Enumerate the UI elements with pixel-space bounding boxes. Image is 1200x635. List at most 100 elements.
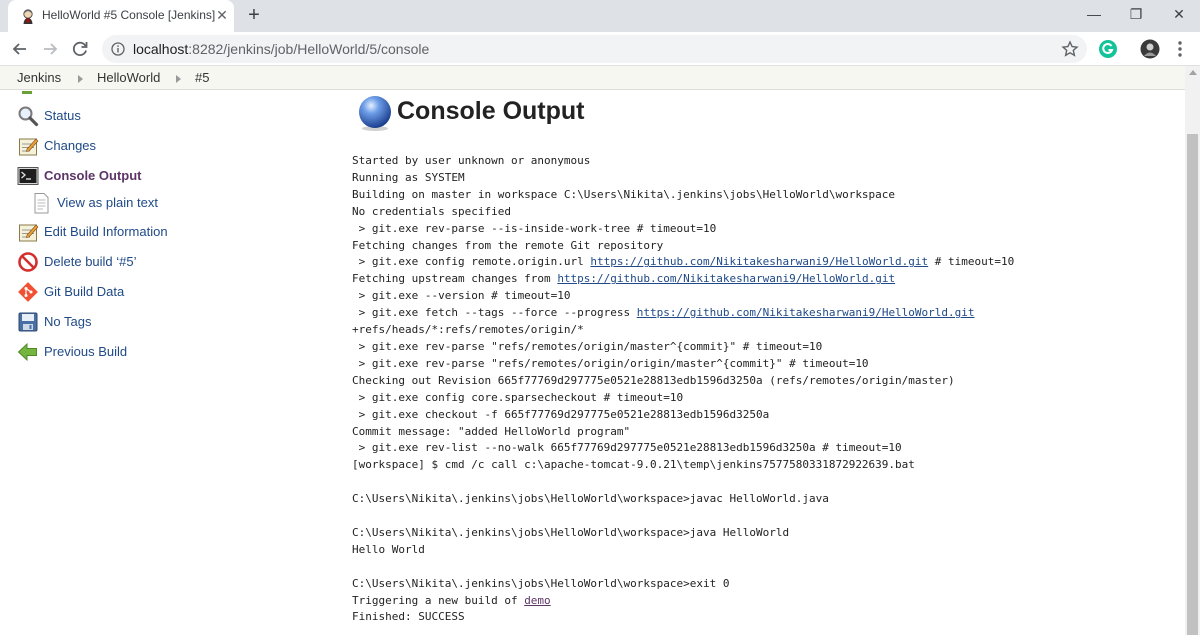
page-scrollbar[interactable] [1185, 66, 1200, 635]
grammarly-icon[interactable] [1098, 39, 1118, 59]
scroll-up-arrow-icon[interactable] [1189, 70, 1197, 75]
tab-title: HelloWorld #5 Console [Jenkins] [42, 8, 216, 22]
profile-avatar-icon[interactable] [1140, 39, 1160, 59]
console-text: > git.exe rev-list --no-walk 665f77769d2… [352, 441, 902, 455]
no-entry-icon [18, 252, 38, 272]
console-line: Fetching changes from the remote Git rep… [352, 238, 1014, 255]
console-line: Checking out Revision 665f77769d297775e0… [352, 373, 1014, 390]
info-icon[interactable] [111, 42, 125, 56]
task-label[interactable]: Changes [44, 138, 96, 153]
reload-icon[interactable] [69, 38, 91, 60]
task-label[interactable]: No Tags [44, 314, 91, 329]
console-link[interactable]: https://github.com/Nikitakesharwani9/Hel… [590, 255, 928, 268]
forward-arrow-icon[interactable] [39, 38, 61, 60]
console-line: > git.exe rev-parse "refs/remotes/origin… [352, 356, 1014, 373]
arrow-left-icon [17, 342, 37, 362]
console-text: Building on master in workspace C:\Users… [352, 187, 896, 201]
console-line: Triggering a new build of demo [352, 593, 1014, 610]
console-line: [workspace] $ cmd /c call c:\apache-tomc… [352, 457, 1014, 474]
scrollbar-thumb[interactable] [1187, 134, 1198, 635]
page-title: Console Output [397, 97, 585, 125]
close-tab-icon[interactable]: ✕ [214, 7, 230, 23]
notepad-icon [19, 224, 39, 242]
jenkins-favicon-icon [23, 9, 33, 24]
task-label[interactable]: Previous Build [44, 344, 127, 359]
document-icon [34, 193, 49, 214]
console-line: > git.exe checkout -f 665f77769d297775e0… [352, 407, 1014, 424]
console-output-text: Started by user unknown or anonymous Runn… [352, 153, 1014, 626]
main-panel: Console Output Started by user unknown o… [340, 91, 1185, 635]
console-text: Finished: SUCCESS [352, 610, 465, 624]
console-link[interactable]: demo [524, 594, 551, 607]
console-line: C:\Users\Nikita\.jenkins\jobs\HelloWorld… [352, 525, 1014, 542]
console-text: > git.exe config core.sparsecheckout # t… [352, 390, 684, 404]
breadcrumb-separator-icon[interactable] [78, 75, 83, 83]
console-text: > git.exe rev-parse "refs/remotes/origin… [352, 356, 869, 370]
console-text: > git.exe rev-parse "refs/remotes/origin… [352, 339, 823, 353]
breadcrumb: Jenkins HelloWorld #5 [0, 66, 1200, 90]
console-link[interactable]: https://github.com/Nikitakesharwani9/Hel… [637, 306, 975, 319]
task-label[interactable]: Status [44, 108, 81, 123]
console-line: > git.exe --version # timeout=10 [352, 288, 1014, 305]
back-arrow-icon[interactable] [9, 38, 31, 60]
console-line: Started by user unknown or anonymous [352, 153, 1014, 170]
console-line: > git.exe rev-parse --is-inside-work-tre… [352, 221, 1014, 238]
task-label[interactable]: Git Build Data [44, 284, 124, 299]
console-link[interactable]: https://github.com/Nikitakesharwani9/Hel… [557, 272, 895, 285]
console-text: C:\Users\Nikita\.jenkins\jobs\HelloWorld… [352, 576, 730, 590]
tab-strip: HelloWorld #5 Console [Jenkins] ✕ + — ❐ … [0, 0, 1200, 32]
git-icon [18, 282, 38, 302]
scrolled-item-peek [22, 91, 32, 94]
url-host: localhost [133, 41, 189, 57]
notepad-icon [19, 138, 39, 156]
browser-tab[interactable]: HelloWorld #5 Console [Jenkins] ✕ [8, 0, 234, 32]
console-line: C:\Users\Nikita\.jenkins\jobs\HelloWorld… [352, 491, 1014, 508]
console-line: Running as SYSTEM [352, 170, 1014, 187]
console-text: > git.exe rev-parse --is-inside-work-tre… [352, 221, 717, 235]
magnifier-icon [18, 106, 39, 127]
side-panel: Status Changes Console Output View as pl… [0, 91, 330, 635]
console-line: > git.exe config core.sparsecheckout # t… [352, 390, 1014, 407]
minimize-window-button[interactable]: — [1080, 4, 1108, 24]
task-label[interactable]: Delete build ‘#5’ [44, 254, 137, 269]
console-text: [workspace] $ cmd /c call c:\apache-tomc… [352, 458, 915, 472]
console-line: Commit message: "added HelloWorld progra… [352, 424, 1014, 441]
breadcrumb-job[interactable]: HelloWorld [97, 70, 160, 85]
close-window-button[interactable]: ✕ [1165, 4, 1193, 24]
console-line: C:\Users\Nikita\.jenkins\jobs\HelloWorld… [352, 576, 1014, 593]
breadcrumb-build[interactable]: #5 [195, 70, 209, 85]
browser-menu-icon[interactable] [1176, 40, 1184, 58]
console-text: # timeout=10 [928, 255, 1015, 269]
console-text: C:\Users\Nikita\.jenkins\jobs\HelloWorld… [352, 525, 790, 539]
breadcrumb-jenkins[interactable]: Jenkins [17, 70, 61, 85]
console-text: Triggering a new build of [352, 593, 525, 607]
console-line: > git.exe rev-parse "refs/remotes/origin… [352, 339, 1014, 356]
task-label[interactable]: Edit Build Information [44, 224, 168, 239]
restore-window-button[interactable]: ❐ [1122, 4, 1150, 24]
console-line: Hello World [352, 542, 1014, 559]
task-label[interactable]: View as plain text [57, 195, 158, 210]
console-text: Running as SYSTEM [352, 170, 465, 184]
blue-ball-icon [359, 96, 391, 131]
console-text: > git.exe fetch --tags --force --progres… [352, 306, 637, 320]
breadcrumb-separator-icon[interactable] [176, 75, 181, 83]
console-text: > git.exe config remote.origin.url [352, 255, 591, 269]
console-text: Fetching upstream changes from [352, 272, 558, 286]
terminal-icon [17, 167, 39, 185]
console-text: No credentials specified [352, 204, 511, 218]
url-path: :8282/jenkins/job/HelloWorld/5/console [188, 41, 430, 57]
task-label[interactable]: Console Output [44, 168, 142, 183]
url-text: localhost:8282/jenkins/job/HelloWorld/5/… [133, 41, 429, 57]
save-icon [18, 312, 38, 332]
console-text: Commit message: "added HelloWorld progra… [352, 424, 631, 438]
console-line: +refs/heads/*:refs/remotes/origin/* [352, 322, 1014, 339]
bookmark-star-icon[interactable] [1061, 40, 1079, 58]
browser-toolbar: localhost:8282/jenkins/job/HelloWorld/5/… [0, 32, 1200, 66]
new-tab-button[interactable]: + [244, 5, 264, 25]
address-bar[interactable]: localhost:8282/jenkins/job/HelloWorld/5/… [102, 35, 1087, 63]
console-text: Hello World [352, 542, 425, 556]
console-text: > git.exe --version # timeout=10 [352, 289, 571, 303]
console-line: > git.exe fetch --tags --force --progres… [352, 305, 1014, 322]
console-text: Started by user unknown or anonymous [352, 154, 591, 167]
